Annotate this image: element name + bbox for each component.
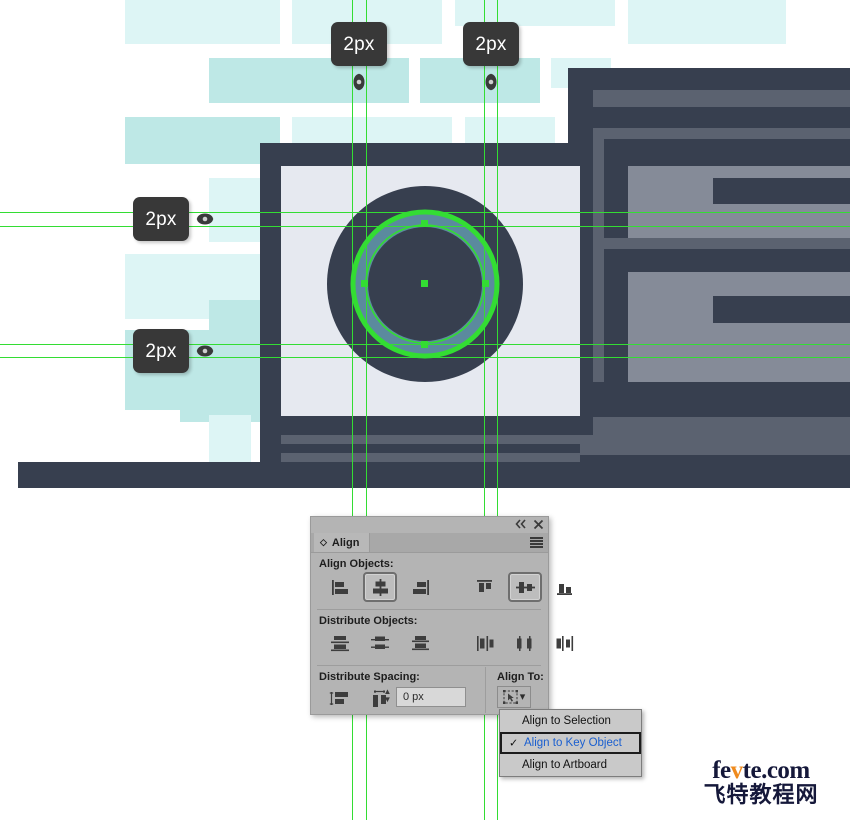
- vertical-align-bottom-button[interactable]: [548, 572, 582, 602]
- align-panel[interactable]: ◇ Align Align Objects: Distribute Object…: [310, 516, 574, 715]
- align-to-label: Align To:: [497, 671, 544, 683]
- horizontal-distribute-left-button[interactable]: [468, 628, 502, 658]
- illustration-bar: [593, 417, 850, 435]
- bg-block: [125, 117, 280, 164]
- horizontal-align-right-button[interactable]: [403, 572, 437, 602]
- horizontal-align-center-button[interactable]: [363, 572, 397, 602]
- vertical-align-center-button[interactable]: [508, 572, 542, 602]
- illustration-block-2b: [628, 359, 850, 382]
- distribute-objects-label: Distribute Objects:: [319, 615, 418, 627]
- measurement-badge-left-upper: 2px: [133, 197, 189, 241]
- distribute-spacing-label: Distribute Spacing:: [319, 671, 420, 683]
- illustration-device-bar: [281, 435, 580, 444]
- resize-vertical-cursor-icon: [353, 73, 365, 91]
- badge-label: 2px: [145, 340, 177, 362]
- guide-horizontal: [0, 357, 850, 358]
- vertical-distribute-bottom-button[interactable]: [403, 628, 437, 658]
- distribute-objects-row: [323, 628, 582, 658]
- vertical-distribute-center-button[interactable]: [363, 628, 397, 658]
- guide-horizontal: [0, 212, 850, 213]
- watermark-line1: fevte.com: [686, 758, 836, 783]
- guide-horizontal: [0, 344, 850, 345]
- badge-label: 2px: [145, 208, 177, 230]
- illustration-below-2: [593, 382, 850, 399]
- menu-item-label: Align to Selection: [522, 715, 611, 727]
- menu-item-label: Align to Key Object: [524, 737, 622, 749]
- collapse-icon[interactable]: [514, 519, 528, 531]
- bg-block: [125, 0, 280, 44]
- vertical-distribute-top-button[interactable]: [323, 628, 357, 658]
- spacing-value: 0 px: [403, 691, 424, 703]
- align-objects-row: [323, 572, 582, 602]
- resize-horizontal-cursor-icon: [196, 213, 214, 225]
- menu-item-label: Align to Artboard: [522, 759, 608, 771]
- chevron-down-icon[interactable]: ▾: [520, 692, 526, 703]
- screenshot-stage: 2px 2px 2px 2px ◇ Align Align Objects: D…: [0, 0, 850, 820]
- tab-align[interactable]: ◇ Align: [314, 533, 371, 552]
- vertical-align-top-button[interactable]: [468, 572, 502, 602]
- measurement-badge-left-lower: 2px: [133, 329, 189, 373]
- illustration-device-bar: [281, 453, 580, 462]
- badge-label: 2px: [343, 33, 375, 55]
- divider: [317, 609, 541, 610]
- align-objects-label: Align Objects:: [319, 558, 394, 570]
- illustration-block-cut-2: [713, 296, 850, 323]
- illustration-block-cut: [713, 178, 850, 204]
- spacing-value-input[interactable]: 0 px: [396, 687, 466, 707]
- diamond-toggle-icon[interactable]: ◇: [320, 537, 327, 548]
- watermark-line2: 飞特教程网: [703, 782, 819, 807]
- menu-item-align-to-artboard[interactable]: Align to Artboard: [500, 754, 641, 776]
- measurement-badge-top-left: 2px: [331, 22, 387, 66]
- menu-item-align-to-key-object[interactable]: ✓ Align to Key Object: [500, 732, 641, 754]
- measurement-badge-top-right: 2px: [463, 22, 519, 66]
- align-to-dropdown-menu[interactable]: Align to Selection ✓ Align to Key Object…: [499, 709, 642, 777]
- panel-tab-row: ◇ Align: [311, 533, 548, 553]
- menu-item-align-to-selection[interactable]: Align to Selection: [500, 710, 641, 732]
- watermark-accent: v: [730, 757, 744, 784]
- divider-vertical: [485, 667, 486, 713]
- horizontal-distribute-right-button[interactable]: [548, 628, 582, 658]
- key-object-icon: [502, 689, 518, 704]
- guide-horizontal: [0, 226, 850, 227]
- illustration-bottom-bar: [18, 462, 850, 488]
- vertical-distribute-spacing-button[interactable]: [322, 684, 356, 714]
- illustration-bar: [604, 238, 850, 249]
- watermark-post: te.com: [742, 757, 811, 784]
- check-icon: ✓: [509, 737, 519, 750]
- watermark: fevte.com 飞特教程网: [686, 758, 836, 810]
- illustration-bar: [593, 90, 850, 107]
- resize-vertical-cursor-icon: [485, 73, 497, 91]
- tab-label: Align: [331, 536, 360, 549]
- resize-horizontal-cursor-icon: [196, 345, 214, 357]
- panel-titlebar: [311, 517, 548, 533]
- bg-block: [628, 0, 786, 44]
- divider: [317, 665, 541, 666]
- illustration-gap-strip: [604, 345, 628, 357]
- align-to-dropdown-button[interactable]: ▾: [497, 686, 531, 708]
- hamburger-menu-icon[interactable]: [530, 537, 543, 548]
- illustration-bar: [568, 435, 850, 455]
- watermark-pre: fe: [712, 757, 731, 784]
- badge-label: 2px: [475, 33, 507, 55]
- close-icon[interactable]: [531, 519, 545, 531]
- horizontal-distribute-center-button[interactable]: [508, 628, 542, 658]
- spacing-stepper[interactable]: ▲ ▼: [381, 686, 394, 706]
- horizontal-align-left-button[interactable]: [323, 572, 357, 602]
- stepper-down-icon[interactable]: ▼: [384, 696, 392, 704]
- illustration-fill-2: [604, 359, 628, 382]
- lens-inner-circle: [368, 227, 482, 341]
